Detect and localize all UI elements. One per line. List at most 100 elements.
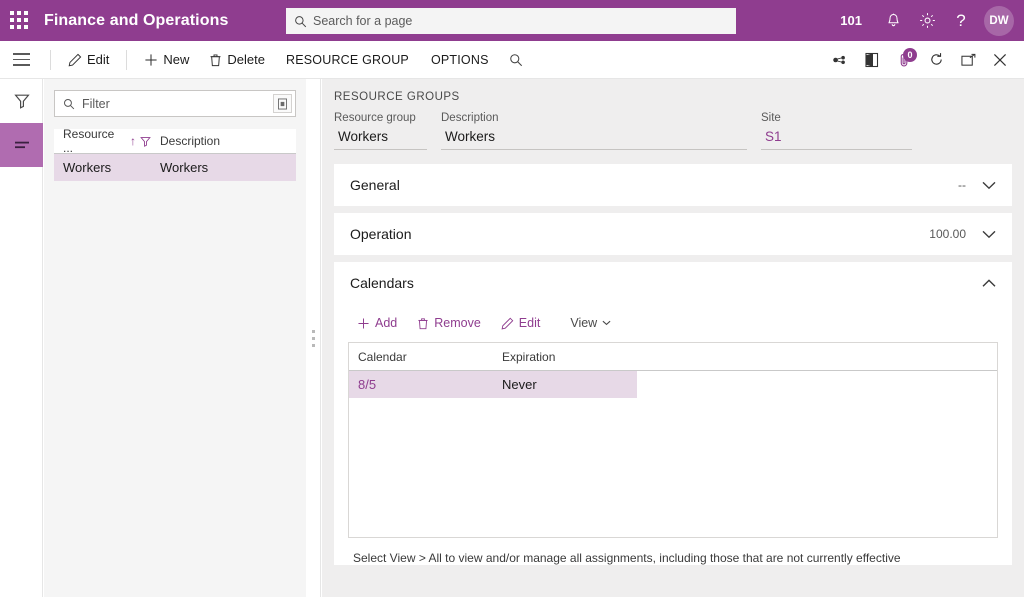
command-bar-divider-2 xyxy=(126,49,128,70)
fasttab-operation: Operation 100.00 xyxy=(334,213,1012,255)
filter-funnel-icon xyxy=(13,93,30,109)
new-button-label: New xyxy=(163,52,190,67)
command-bar-search-icon[interactable] xyxy=(500,41,532,79)
fasttab-operation-summary: 100.00 xyxy=(929,227,966,241)
close-icon[interactable] xyxy=(984,41,1016,79)
column-header-resource-label: Resource ... xyxy=(63,127,115,155)
top-bar-right-group: 101 ? DW xyxy=(826,0,1016,41)
edit-button[interactable]: Edit xyxy=(58,41,119,79)
calendars-remove-button[interactable]: Remove xyxy=(408,312,490,334)
chevron-down-icon[interactable] xyxy=(982,230,996,239)
refresh-icon[interactable] xyxy=(920,41,952,79)
fasttab-general-summary: -- xyxy=(958,178,966,192)
app-launcher-waffle-icon[interactable] xyxy=(10,10,30,31)
list-item[interactable]: Workers Workers xyxy=(54,154,296,181)
list-pane: Filter Resource ... ↑ Description Worker… xyxy=(44,79,306,597)
main-content: RESOURCE GROUPS Resource group Workers D… xyxy=(322,79,1024,597)
trash-icon xyxy=(417,317,429,330)
field-description-label: Description xyxy=(441,112,499,124)
plus-icon xyxy=(144,53,158,67)
column-header-description[interactable]: Description xyxy=(151,134,296,148)
command-bar-divider xyxy=(50,49,51,70)
calendars-edit-button[interactable]: Edit xyxy=(492,312,550,334)
global-search-placeholder: Search for a page xyxy=(313,14,413,28)
field-site-label: Site xyxy=(761,112,781,124)
settings-gear-icon[interactable] xyxy=(910,0,944,41)
chevron-up-icon[interactable] xyxy=(982,278,996,288)
calendars-add-label: Add xyxy=(375,316,398,330)
delete-button-label: Delete xyxy=(227,52,265,67)
top-navigation-bar: Finance and Operations Search for a page… xyxy=(0,0,1024,41)
left-rail xyxy=(0,79,43,597)
share-icon[interactable] xyxy=(824,41,856,79)
office-app-icon[interactable] xyxy=(856,41,888,79)
avatar[interactable]: DW xyxy=(984,5,1014,36)
command-bar: Edit New Delete RESOURCE GROUP OPTIONS 0 xyxy=(0,41,1024,79)
tab-options[interactable]: OPTIONS xyxy=(420,41,500,79)
field-resource-group-label: Resource group xyxy=(334,112,416,124)
chevron-down-icon[interactable] xyxy=(982,181,996,190)
save-filter-icon[interactable] xyxy=(273,94,292,113)
command-bar-right-group: 0 xyxy=(824,41,1024,79)
fasttab-operation-header[interactable]: Operation 100.00 xyxy=(334,213,1012,255)
field-site-input[interactable]: S1 xyxy=(761,129,912,150)
fasttab-calendars-title: Calendars xyxy=(350,275,414,291)
company-id[interactable]: 101 xyxy=(826,0,876,41)
rail-item-filter[interactable] xyxy=(0,79,43,123)
list-item-description: Workers xyxy=(160,160,209,175)
calendars-view-dropdown[interactable]: View xyxy=(561,312,620,334)
edit-button-label: Edit xyxy=(87,52,110,67)
fasttab-calendars: Calendars Add Remove Edit View Calendar … xyxy=(334,262,1012,565)
fasttab-group: General -- Operation 100.00 Calendars Ad… xyxy=(334,164,1012,565)
search-icon xyxy=(294,15,307,28)
fasttab-calendars-body: Add Remove Edit View Calendar Expiration… xyxy=(334,304,1012,565)
attachments-icon[interactable]: 0 xyxy=(888,41,920,79)
field-resource-group-input[interactable]: Workers xyxy=(334,129,427,150)
table-row[interactable]: 8/5 Never xyxy=(349,371,637,398)
global-search-input[interactable]: Search for a page xyxy=(286,8,736,34)
new-button[interactable]: New xyxy=(134,41,199,79)
pencil-icon xyxy=(501,317,514,330)
page-title: RESOURCE GROUPS xyxy=(334,91,460,103)
fasttab-calendars-header[interactable]: Calendars xyxy=(334,262,1012,304)
fasttab-general-header[interactable]: General -- xyxy=(334,164,1012,206)
field-resource-group: Resource group Workers xyxy=(334,112,441,150)
cell-calendar[interactable]: 8/5 xyxy=(349,377,493,392)
field-description: Description Workers xyxy=(441,112,761,150)
pencil-icon xyxy=(68,53,82,67)
calendars-toolbar: Add Remove Edit View xyxy=(334,304,1012,342)
splitter-grip-icon xyxy=(311,329,315,347)
rail-item-list[interactable] xyxy=(0,123,43,167)
navigation-pane-toggle-icon[interactable] xyxy=(0,41,43,79)
list-grid-header: Resource ... ↑ Description xyxy=(54,127,296,155)
filter-input[interactable]: Filter xyxy=(54,90,296,117)
trash-icon xyxy=(209,53,222,67)
filter-input-placeholder: Filter xyxy=(82,96,110,111)
calendars-add-button[interactable]: Add xyxy=(348,312,406,334)
tab-resource-group[interactable]: RESOURCE GROUP xyxy=(275,41,420,79)
delete-button[interactable]: Delete xyxy=(199,41,275,79)
pane-splitter[interactable] xyxy=(306,79,321,597)
header-fields: Resource group Workers Description Worke… xyxy=(322,103,1024,150)
calendars-grid: Calendar Expiration 8/5 Never xyxy=(348,342,998,538)
calendars-view-label: View xyxy=(570,316,598,330)
app-title: Finance and Operations xyxy=(44,11,229,29)
column-header-description-label: Description xyxy=(160,134,221,148)
notifications-bell-icon[interactable] xyxy=(876,0,910,41)
fasttab-operation-title: Operation xyxy=(350,226,412,242)
plus-icon xyxy=(357,317,370,330)
field-description-input[interactable]: Workers xyxy=(441,129,747,150)
fasttab-general-title: General xyxy=(350,177,400,193)
column-header-expiration[interactable]: Expiration xyxy=(493,350,997,364)
calendars-footer-note: Select View > All to view and/or manage … xyxy=(353,551,901,565)
filter-funnel-icon[interactable] xyxy=(140,136,151,147)
popout-window-icon[interactable] xyxy=(952,41,984,79)
list-lines-icon xyxy=(13,138,31,152)
calendars-edit-label: Edit xyxy=(518,316,541,330)
column-header-resource[interactable]: Resource ... ↑ xyxy=(54,127,151,155)
fasttab-general: General -- xyxy=(334,164,1012,206)
search-icon xyxy=(63,98,75,110)
help-question-icon[interactable]: ? xyxy=(944,0,978,41)
sort-ascending-arrow-icon[interactable]: ↑ xyxy=(130,135,136,147)
column-header-calendar[interactable]: Calendar xyxy=(349,350,493,364)
